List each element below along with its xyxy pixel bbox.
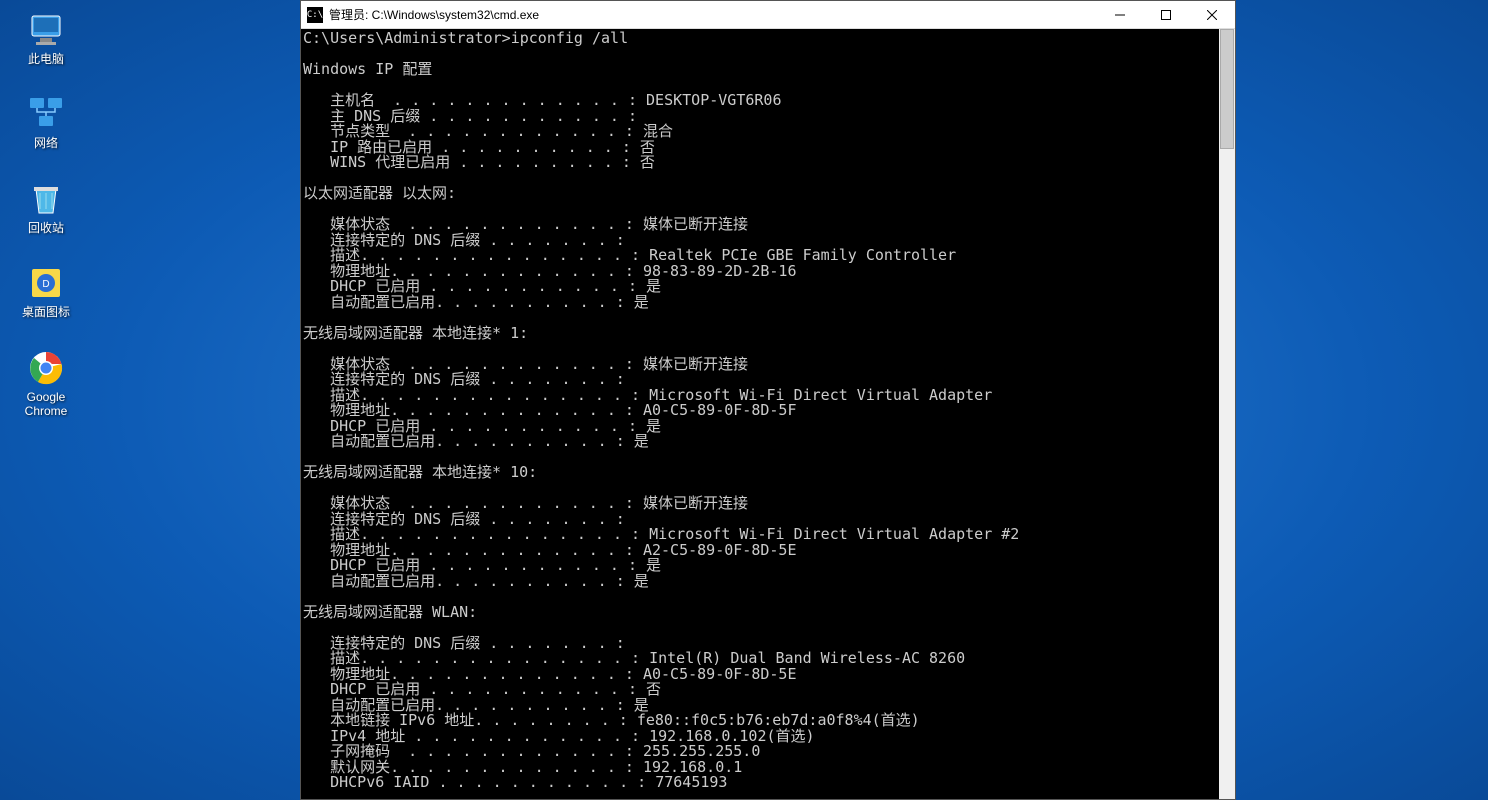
titlebar-buttons: [1097, 1, 1235, 29]
desktop-icon-chrome[interactable]: Google Chrome: [10, 348, 82, 419]
close-button[interactable]: [1189, 1, 1235, 29]
terminal-line: 自动配置已启用. . . . . . . . . . : 是: [303, 432, 649, 450]
terminal-line: Windows IP 配置: [303, 60, 432, 78]
terminal-line: 无线局域网适配器 本地连接* 10:: [303, 463, 537, 481]
recycle-bin-icon: [26, 179, 66, 219]
desktop-icons-app-icon: D: [26, 263, 66, 303]
terminal-output[interactable]: C:\Users\Administrator>ipconfig /all Win…: [301, 29, 1235, 799]
cmd-window: C:\ 管理员: C:\Windows\system32\cmd.exe C:\…: [300, 0, 1236, 800]
titlebar[interactable]: C:\ 管理员: C:\Windows\system32\cmd.exe: [301, 1, 1235, 29]
window-title: 管理员: C:\Windows\system32\cmd.exe: [329, 6, 1097, 23]
network-icon: [26, 94, 66, 134]
minimize-icon: [1115, 10, 1125, 20]
minimize-button[interactable]: [1097, 1, 1143, 29]
desktop-icon-label: 回收站: [28, 221, 64, 235]
cmd-icon: C:\: [307, 7, 323, 23]
terminal-line: WINS 代理已启用 . . . . . . . . . : 否: [303, 153, 655, 171]
maximize-icon: [1161, 10, 1171, 20]
desktop-icon-recycle-bin[interactable]: 回收站: [10, 179, 82, 235]
desktop-icon-network[interactable]: 网络: [10, 94, 82, 150]
terminal-line: 无线局域网适配器 WLAN:: [303, 603, 477, 621]
terminal-scrollbar[interactable]: [1219, 29, 1235, 799]
this-pc-icon: [26, 10, 66, 50]
desktop-icon-label: 网络: [34, 136, 58, 150]
svg-text:D: D: [42, 279, 49, 290]
desktop-icons: 此电脑 网络 回收站 D 桌面图标 Google Chrome: [10, 10, 82, 418]
desktop-icon-this-pc[interactable]: 此电脑: [10, 10, 82, 66]
terminal-line: 自动配置已启用. . . . . . . . . . : 是: [303, 293, 649, 311]
maximize-button[interactable]: [1143, 1, 1189, 29]
terminal-line: DHCPv6 IAID . . . . . . . . . . . : 7764…: [303, 773, 727, 791]
terminal-line: 以太网适配器 以太网:: [303, 184, 456, 202]
desktop-icon-desktop-icons-app[interactable]: D 桌面图标: [10, 263, 82, 319]
desktop-icon-label: Google Chrome: [10, 390, 82, 419]
desktop-icon-label: 桌面图标: [22, 305, 70, 319]
close-icon: [1207, 10, 1217, 20]
desktop-icon-label: 此电脑: [28, 52, 64, 66]
terminal-line: C:\Users\Administrator>ipconfig /all: [303, 29, 628, 47]
scrollbar-thumb[interactable]: [1220, 29, 1234, 149]
chrome-icon: [26, 348, 66, 388]
terminal-line: 无线局域网适配器 本地连接* 1:: [303, 324, 528, 342]
terminal-line: 自动配置已启用. . . . . . . . . . : 是: [303, 572, 649, 590]
